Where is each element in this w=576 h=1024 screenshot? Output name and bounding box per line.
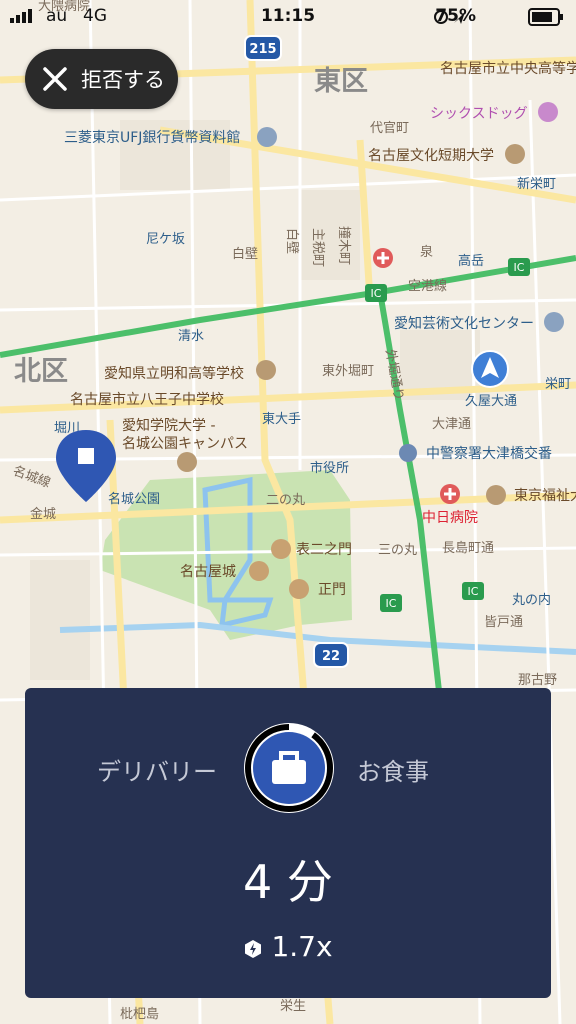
poi-icon xyxy=(256,360,276,380)
police-icon xyxy=(399,444,417,462)
map-label: 主税町 xyxy=(310,228,325,267)
map-label: 中日病院 xyxy=(422,510,478,526)
svg-text:22: 22 xyxy=(322,649,340,664)
battery-percent: 75% xyxy=(435,6,476,26)
meal-label: お食事 xyxy=(357,758,429,786)
status-time: 11:15 xyxy=(260,6,316,26)
map-label: 名古屋城 xyxy=(180,564,236,580)
map-label: 金城 xyxy=(30,506,56,522)
map-label: 愛知芸術文化センター xyxy=(394,315,534,332)
poi-icon xyxy=(544,312,564,332)
map-label: 市役所 xyxy=(310,460,349,476)
ic-marker: IC xyxy=(462,582,484,600)
map-label: 正門 xyxy=(318,582,346,598)
poi-icon xyxy=(271,539,291,559)
surge-value: 1.7x xyxy=(271,930,333,963)
district-kita: 北区 xyxy=(14,356,68,387)
route-22-shield: 22 xyxy=(313,642,349,668)
map-label: 東京福祉大 xyxy=(514,488,576,504)
map-label: 名古屋文化短期大学 xyxy=(368,148,494,164)
map-label: 栄生 xyxy=(280,999,306,1014)
map-label: 丸の内 xyxy=(512,592,551,608)
map-label: 新栄町 xyxy=(517,176,556,192)
map-label: 愛知学院大学 - xyxy=(122,417,216,434)
navigation-arrow-icon xyxy=(471,350,509,388)
svg-text:IC: IC xyxy=(468,585,479,598)
reject-button[interactable]: 拒否する xyxy=(25,49,178,109)
ic-marker: IC xyxy=(365,284,387,302)
map-label: 中警察署大津橋交番 xyxy=(426,445,552,462)
map-label: 表二之門 xyxy=(296,542,352,558)
route-215-shield: 215 xyxy=(244,35,282,61)
map-label: 清水 xyxy=(178,329,204,344)
poi-icon xyxy=(249,561,269,581)
svg-text:215: 215 xyxy=(249,42,276,57)
map-label: 空港線 xyxy=(408,278,447,294)
hospital-icon xyxy=(373,248,393,268)
delivery-label: デリバリー xyxy=(97,758,217,786)
svg-text:IC: IC xyxy=(371,287,382,300)
map-label: 三の丸 xyxy=(378,543,417,558)
poi-icon xyxy=(257,127,277,147)
map-label: 名古屋市立八王子中学校 xyxy=(70,391,224,408)
map-label: 高岳 xyxy=(458,253,484,269)
map-label: 尼ケ坂 xyxy=(146,232,185,247)
map-label: 三菱東京UFJ銀行貨幣資料館 xyxy=(64,129,240,146)
countdown-timer xyxy=(244,723,334,813)
map-label: 名古屋市立中央高等学校 xyxy=(440,60,576,77)
surge-icon xyxy=(245,940,262,958)
battery-icon xyxy=(528,8,563,26)
map-label: 名城公園 xyxy=(108,491,160,507)
map-label: 東外堀町 xyxy=(322,363,374,379)
poi-icon xyxy=(538,102,558,122)
status-bar: au 4G 11:15 75% xyxy=(0,0,576,34)
map-label: 白壁 xyxy=(284,228,300,254)
map-label: 栄町 xyxy=(545,377,571,392)
map-label: 白壁 xyxy=(232,246,258,262)
map-label: 代官町 xyxy=(370,120,409,136)
district-higashi: 東区 xyxy=(314,66,368,97)
map-label: シックスドッグ xyxy=(430,106,528,122)
map-label: 愛知県立明和高等学校 xyxy=(104,365,244,382)
close-icon xyxy=(43,67,67,91)
eta-minutes: 4 分 xyxy=(243,855,333,909)
map-label: 長島町通 xyxy=(442,541,494,556)
poi-icon xyxy=(505,144,525,164)
map-label: 大津通 xyxy=(432,417,471,432)
map-label: 東大手 xyxy=(262,411,301,427)
poi-icon xyxy=(289,579,309,599)
poi-icon xyxy=(177,452,197,472)
surge-multiplier: 1.7x xyxy=(25,930,551,963)
map-label: 那古野 xyxy=(518,673,557,688)
map-label: 名城公園キャンパス xyxy=(122,436,248,452)
map-label: 撞木町 xyxy=(336,226,351,265)
svg-text:IC: IC xyxy=(514,261,525,274)
ic-marker: IC xyxy=(380,594,402,612)
map-label: 皆戸通 xyxy=(484,615,523,630)
map-label: 枇杷島 xyxy=(120,1007,159,1022)
reject-label: 拒否する xyxy=(81,68,165,92)
ic-marker: IC xyxy=(508,258,530,276)
svg-text:IC: IC xyxy=(386,597,397,610)
poi-icon xyxy=(486,485,506,505)
map-label: 二の丸 xyxy=(266,493,305,508)
map-label: 泉 xyxy=(420,244,433,260)
hospital-icon xyxy=(440,484,460,504)
map-label: 久屋大通 xyxy=(465,394,517,409)
trip-offer-card[interactable]: デリバリー お食事 4 分 1.7x xyxy=(25,688,551,998)
